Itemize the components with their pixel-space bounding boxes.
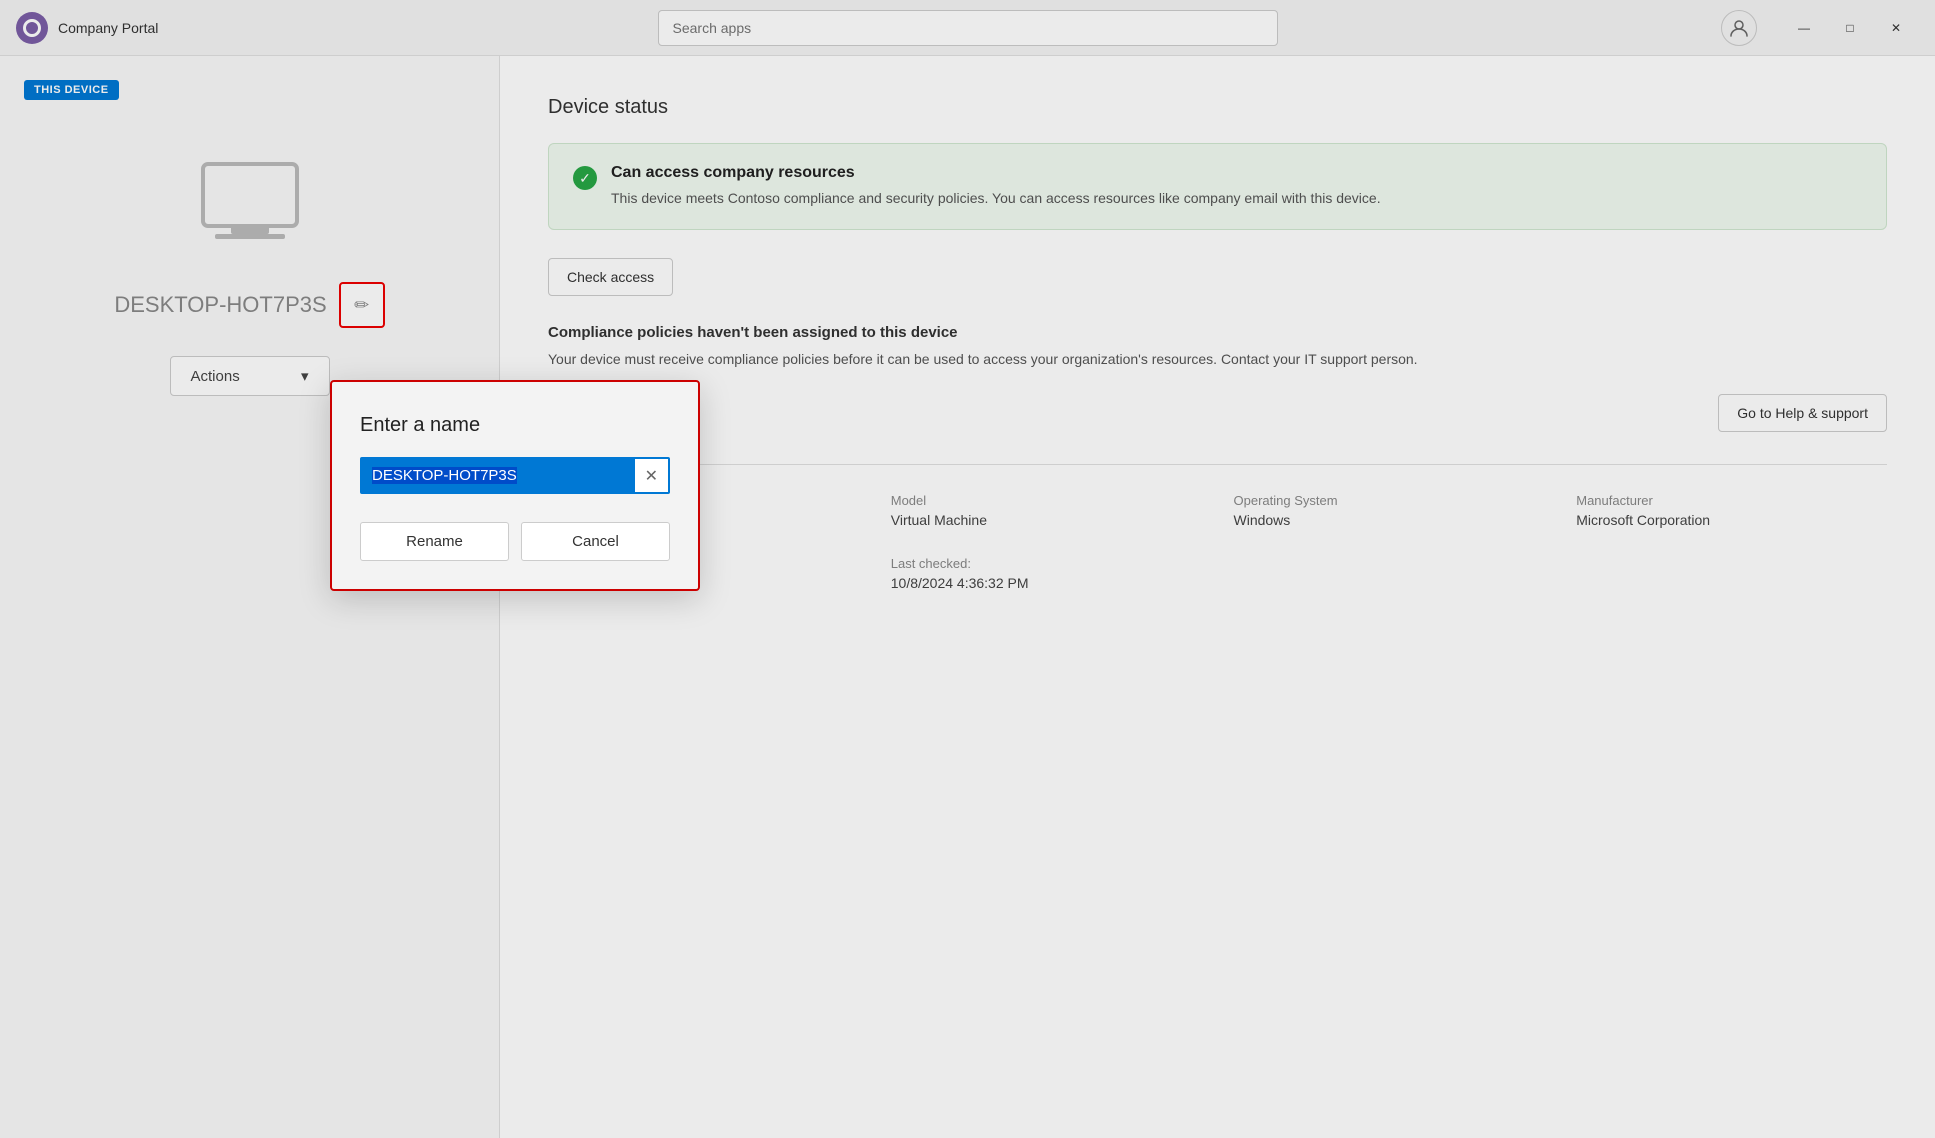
dialog-title: Enter a name: [360, 414, 670, 437]
cancel-button[interactable]: Cancel: [521, 522, 670, 561]
dialog-input-row: ✕: [360, 457, 670, 494]
rename-input[interactable]: [362, 459, 635, 492]
rename-dialog: Enter a name ✕ Rename Cancel: [330, 380, 700, 591]
clear-icon: ✕: [645, 466, 658, 486]
rename-button[interactable]: Rename: [360, 522, 509, 561]
dialog-buttons: Rename Cancel: [360, 522, 670, 561]
clear-input-button[interactable]: ✕: [635, 460, 668, 492]
dialog-overlay: Enter a name ✕ Rename Cancel: [0, 0, 1935, 1138]
